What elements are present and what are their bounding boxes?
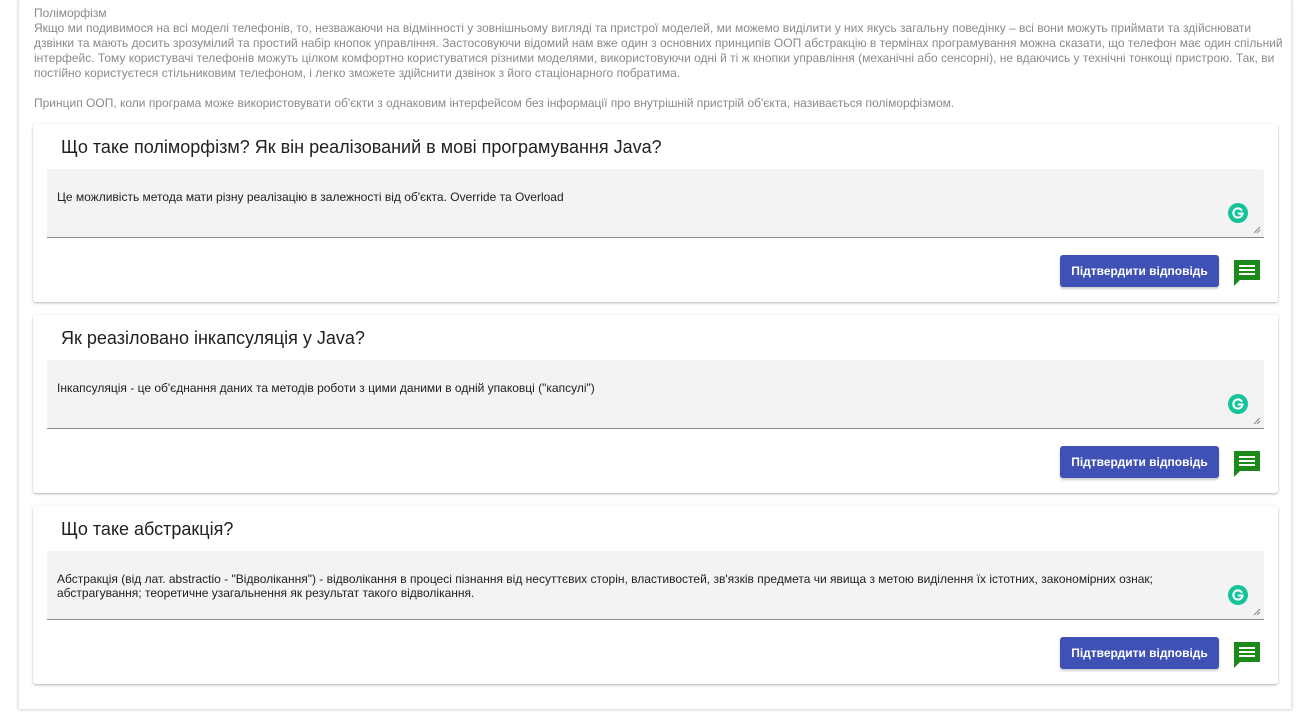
grammarly-icon[interactable]	[1228, 585, 1248, 605]
submit-answer-button[interactable]: Підтвердити відповідь	[1060, 637, 1219, 669]
intro-section: Поліморфізм Якщо ми подивимося на всі мо…	[34, 6, 1284, 111]
intro-definition: Принцип ООП, коли програма може використ…	[34, 96, 955, 110]
question-card: Що таке поліморфізм? Як він реалізований…	[33, 124, 1278, 302]
comment-icon[interactable]	[1232, 258, 1262, 288]
resize-handle-icon[interactable]	[1252, 416, 1261, 425]
answer-textarea[interactable]: Інкапсуляція - це об'єднання даних та ме…	[47, 360, 1264, 429]
intro-body: Якщо ми подивимося на всі моделі телефон…	[34, 21, 1283, 80]
intro-title: Поліморфізм	[34, 6, 107, 20]
submit-answer-button[interactable]: Підтвердити відповідь	[1060, 255, 1219, 287]
content-panel: Поліморфізм Якщо ми подивимося на всі мо…	[18, 0, 1292, 709]
grammarly-icon[interactable]	[1228, 203, 1248, 223]
question-title: Як реазіловано інкапсуляція у Java?	[61, 328, 365, 348]
answer-textarea[interactable]: Це можливість метода мати різну реалізац…	[47, 169, 1264, 238]
grammarly-icon[interactable]	[1228, 394, 1248, 414]
question-card: Що таке абстракція? Абстракція (від лат.…	[33, 506, 1278, 684]
question-card: Як реазіловано інкапсуляція у Java? Інка…	[33, 315, 1278, 493]
resize-handle-icon[interactable]	[1252, 225, 1261, 234]
answer-text: Інкапсуляція - це об'єднання даних та ме…	[57, 381, 595, 395]
answer-text: Це можливість метода мати різну реалізац…	[57, 190, 564, 204]
question-title: Що таке поліморфізм? Як він реалізований…	[61, 137, 662, 157]
comment-icon[interactable]	[1232, 449, 1262, 479]
comment-icon[interactable]	[1232, 640, 1262, 670]
answer-text: Абстракція (від лат. abstractio - "Відво…	[57, 572, 1154, 600]
answer-textarea[interactable]: Абстракція (від лат. abstractio - "Відво…	[47, 551, 1264, 620]
resize-handle-icon[interactable]	[1252, 607, 1261, 616]
question-title: Що таке абстракція?	[61, 519, 234, 539]
submit-answer-button[interactable]: Підтвердити відповідь	[1060, 446, 1219, 478]
